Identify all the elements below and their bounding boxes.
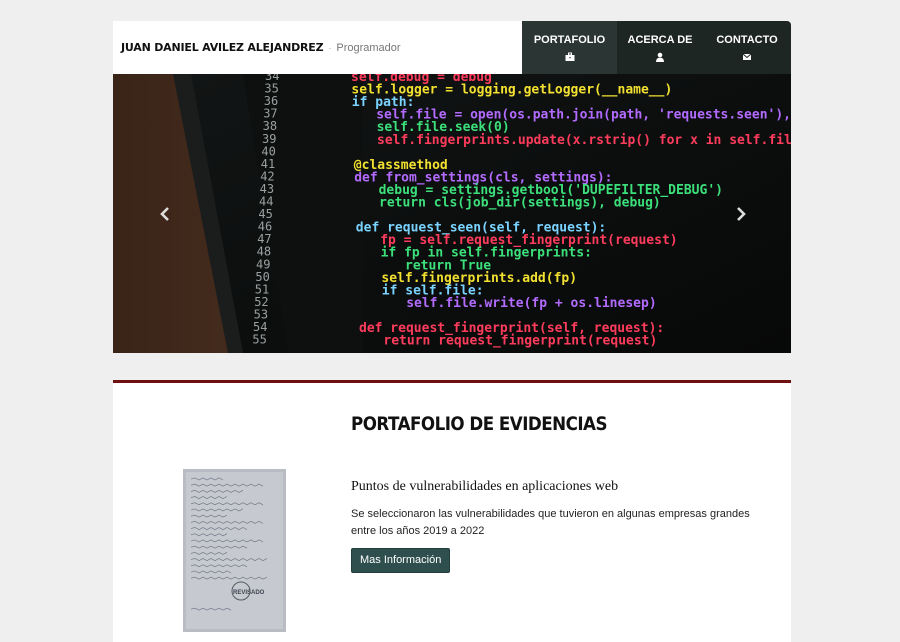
evidence-thumbnail[interactable]: REVISADO xyxy=(183,469,286,632)
item-title: Puntos de vulnerabilidades en aplicacion… xyxy=(351,479,619,494)
code-line: return cls(job_dir(settings), debug) xyxy=(379,196,661,211)
stamp-text: REVISADO xyxy=(233,590,265,596)
brand-name[interactable]: JUAN DANIEL AVILEZ ALEJANDREZ xyxy=(121,41,324,54)
briefcase-icon xyxy=(565,52,574,61)
brand[interactable]: JUAN DANIEL AVILEZ ALEJANDREZ · Programado… xyxy=(121,41,401,54)
nav-item-portafolio[interactable]: PORTAFOLIO xyxy=(522,21,617,74)
portfolio-section: PORTAFOLIO DE EVIDENCIAS REVISADO Puntos… xyxy=(113,380,791,642)
nav-item-label: CONTACTO xyxy=(716,34,778,46)
carousel-slide-code-image: 3435363738394041424344454647484950515253… xyxy=(113,74,791,353)
nav-item-contacto[interactable]: CONTACTO xyxy=(703,21,791,74)
main-nav: PORTAFOLIO ACERCA DE CONTACTO xyxy=(522,21,791,74)
code-line: self.file.write(fp + os.linesep) xyxy=(406,296,656,311)
hero-carousel[interactable]: 34 35 36 37 38 39 40 41 42 43 44 45 46 47 48 49 50 51 52 53… xyxy=(113,74,791,353)
site-header: JUAN DANIEL AVILEZ ALEJANDREZ · Programado… xyxy=(113,21,791,74)
item-description: Se seleccionaron las vulnerabilidades qu… xyxy=(351,508,750,537)
section-title: PORTAFOLIO DE EVIDENCIAS xyxy=(351,413,608,435)
nav-item-acerca-de[interactable]: ACERCA DE xyxy=(617,21,703,74)
code-line: return request_fingerprint(request) xyxy=(383,334,657,349)
nav-item-label: PORTAFOLIO xyxy=(533,34,606,46)
nav-item-label: ACERCA DE xyxy=(627,34,693,46)
chevron-left-icon[interactable] xyxy=(155,204,175,224)
envelope-icon xyxy=(742,53,752,60)
brand-role: Programador xyxy=(336,42,401,54)
code-line-number: 55 xyxy=(252,333,266,347)
brand-separator: · xyxy=(328,43,332,53)
more-info-button[interactable]: Mas Información xyxy=(351,548,451,573)
user-icon xyxy=(656,52,664,62)
chevron-right-icon[interactable] xyxy=(731,204,751,224)
code-line: self.fingerprints.update(x.rstrip() for … xyxy=(377,133,791,148)
